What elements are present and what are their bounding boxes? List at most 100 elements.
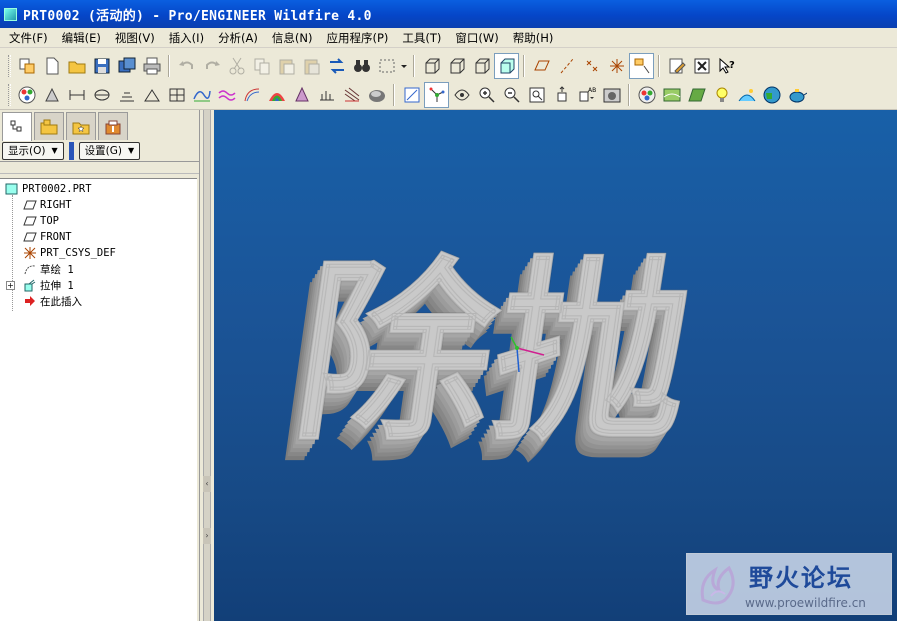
reorient-icon[interactable] <box>549 82 574 108</box>
tree-item-right[interactable]: RIGHT <box>22 197 72 213</box>
save-icon[interactable] <box>89 53 114 79</box>
section-analysis-icon[interactable] <box>214 82 239 108</box>
datum-points-toggle-icon[interactable] <box>579 53 604 79</box>
slope-analysis-icon[interactable] <box>314 82 339 108</box>
window-title: PRT0002 (活动的) - Pro/ENGINEER Wildfire 4.… <box>23 8 372 24</box>
tree-item-label: TOP <box>40 215 59 227</box>
toolbar-separator <box>413 55 415 77</box>
folder-browser-icon <box>40 119 58 134</box>
tab-model-tree[interactable] <box>2 112 32 141</box>
hidden-line-icon[interactable] <box>444 53 469 79</box>
regenerate-icon[interactable] <box>324 53 349 79</box>
tree-item-extrude[interactable]: 拉伸 1 <box>22 277 74 293</box>
datum-planes-toggle-icon[interactable] <box>529 53 554 79</box>
redo-icon[interactable] <box>199 53 224 79</box>
menu-window[interactable]: 窗口(W) <box>448 28 505 48</box>
open-folder-icon[interactable] <box>64 53 89 79</box>
tree-item-label: PRT0002.PRT <box>22 183 92 195</box>
menu-insert[interactable]: 插入(I) <box>162 28 211 48</box>
zoom-in-icon[interactable] <box>474 82 499 108</box>
paste-special-icon[interactable] <box>299 53 324 79</box>
tree-item-insert-here[interactable]: 在此插入 <box>22 293 82 309</box>
orient-mode-icon[interactable] <box>449 82 474 108</box>
shadow-analysis-icon[interactable] <box>364 82 389 108</box>
length-measure-icon[interactable] <box>89 82 114 108</box>
tab-favorites[interactable] <box>66 112 96 140</box>
csys-toggle-icon[interactable] <box>604 53 629 79</box>
no-hidden-icon[interactable] <box>469 53 494 79</box>
shading-display-icon[interactable] <box>494 53 519 79</box>
close-window-icon[interactable] <box>689 53 714 79</box>
tree-item-part[interactable]: PRT0002.PRT <box>4 181 92 197</box>
menu-applications[interactable]: 应用程序(P) <box>319 28 395 48</box>
curvature-analysis-icon[interactable] <box>189 82 214 108</box>
expand-right-icon[interactable]: › <box>203 528 211 544</box>
show-dropdown-button[interactable]: 显示(O) ▼ <box>2 141 64 160</box>
menu-analysis[interactable]: 分析(A) <box>211 28 265 48</box>
measure-icon[interactable] <box>39 82 64 108</box>
reflection-analysis-icon[interactable] <box>339 82 364 108</box>
tab-connections[interactable] <box>98 112 128 140</box>
settings-dropdown-button[interactable]: 设置(G) ▼ <box>78 141 141 160</box>
menu-help[interactable]: 帮助(H) <box>506 28 561 48</box>
menu-info[interactable]: 信息(N) <box>265 28 320 48</box>
mass-properties-icon[interactable] <box>164 82 189 108</box>
color-appearance-icon[interactable] <box>634 82 659 108</box>
shaded-curvature-icon[interactable] <box>264 82 289 108</box>
toolbar-grip[interactable] <box>8 55 11 77</box>
toolbar-grip[interactable] <box>8 83 11 106</box>
sketch-plane-icon[interactable] <box>399 82 424 108</box>
datum-axes-toggle-icon[interactable] <box>554 53 579 79</box>
selection-dropdown-icon[interactable] <box>399 53 409 79</box>
copy-icon[interactable] <box>249 53 274 79</box>
expand-toggle[interactable]: + <box>6 281 15 290</box>
find-binoculars-icon[interactable] <box>349 53 374 79</box>
zoom-out-icon[interactable] <box>499 82 524 108</box>
panel-splitter[interactable]: ‹ › <box>200 110 214 621</box>
light-bulb-icon[interactable] <box>709 82 734 108</box>
print-icon[interactable] <box>139 53 164 79</box>
collapse-left-icon[interactable]: ‹ <box>203 476 211 492</box>
render-teapot-icon[interactable] <box>784 82 809 108</box>
tree-item-front[interactable]: FRONT <box>22 229 72 245</box>
tree-item-csys[interactable]: PRT_CSYS_DEF <box>22 245 116 261</box>
view-manager-icon[interactable] <box>599 82 624 108</box>
datum-plane-icon <box>22 214 37 228</box>
context-help-icon[interactable]: ? <box>714 53 739 79</box>
offset-analysis-icon[interactable] <box>239 82 264 108</box>
save-copy-icon[interactable] <box>114 53 139 79</box>
saved-views-icon[interactable]: AB <box>574 82 599 108</box>
undo-icon[interactable] <box>174 53 199 79</box>
annotation-toggle-icon[interactable] <box>629 53 654 79</box>
paste-icon[interactable] <box>274 53 299 79</box>
menu-view[interactable]: 视图(V) <box>108 28 162 48</box>
room-editor-icon[interactable] <box>684 82 709 108</box>
menu-edit[interactable]: 编辑(E) <box>55 28 108 48</box>
area-measure-icon[interactable] <box>114 82 139 108</box>
distance-measure-icon[interactable] <box>64 82 89 108</box>
cut-icon[interactable] <box>224 53 249 79</box>
watermark-url: www.proewildfire.cn <box>745 596 866 610</box>
wireframe-display-icon[interactable] <box>419 53 444 79</box>
spin-center-icon[interactable] <box>424 81 449 108</box>
appearance-color-icon[interactable] <box>14 82 39 108</box>
tab-folder-browser[interactable] <box>34 112 64 140</box>
menu-bar: 文件(F) 编辑(E) 视图(V) 插入(I) 分析(A) 信息(N) 应用程序… <box>0 28 897 48</box>
refit-icon[interactable] <box>524 82 549 108</box>
edit-pencil-icon[interactable] <box>664 53 689 79</box>
splitter-bar[interactable] <box>203 110 211 621</box>
selection-box-icon[interactable] <box>374 53 399 79</box>
draft-analysis-icon[interactable] <box>289 82 314 108</box>
svg-text:AB: AB <box>588 87 596 94</box>
menu-file[interactable]: 文件(F) <box>2 28 55 48</box>
tree-item-top[interactable]: TOP <box>22 213 59 229</box>
scene-icon[interactable] <box>734 82 759 108</box>
menu-tools[interactable]: 工具(T) <box>395 28 448 48</box>
angle-measure-icon[interactable] <box>139 82 164 108</box>
model-setup-icon[interactable] <box>659 82 684 108</box>
render-globe-icon[interactable] <box>759 82 784 108</box>
new-from-icon[interactable] <box>14 53 39 79</box>
tree-item-sketch[interactable]: 草绘 1 <box>22 261 74 277</box>
graphics-window[interactable]: 除抛 除抛 除抛 除抛 除抛 除抛 <box>214 110 897 621</box>
new-file-icon[interactable] <box>39 53 64 79</box>
